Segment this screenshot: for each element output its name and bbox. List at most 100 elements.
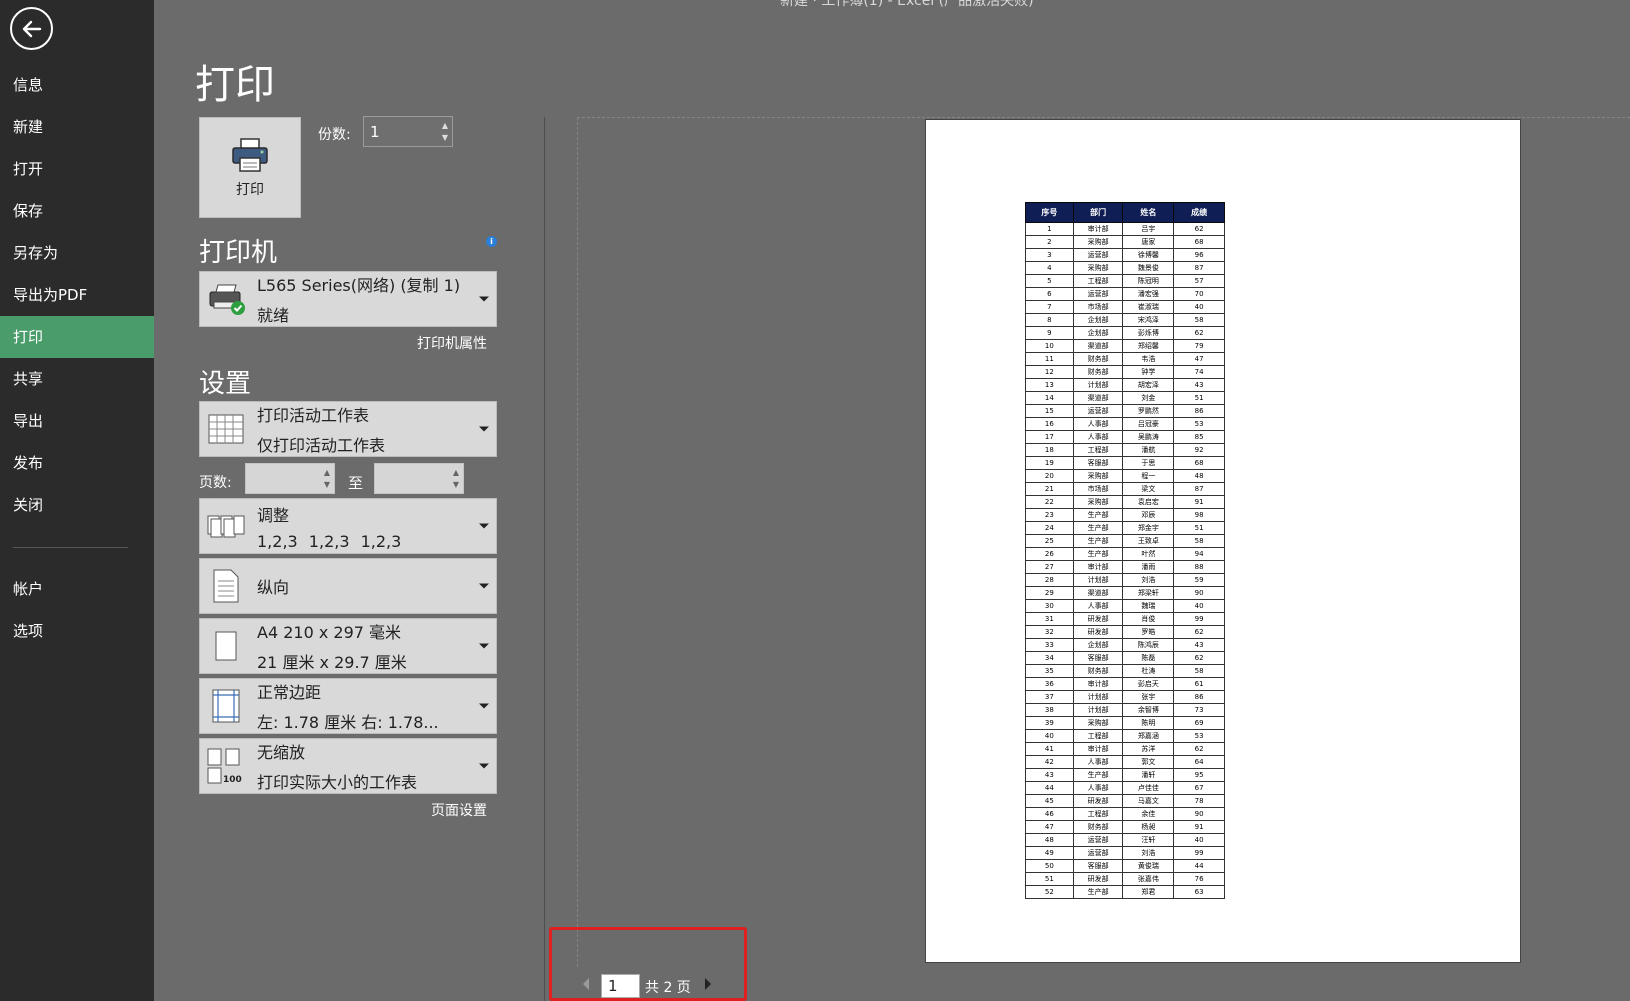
page-setup-link[interactable]: 页面设置 (431, 800, 487, 820)
sidebar-item-save-as[interactable]: 另存为 (0, 232, 154, 274)
orientation-dropdown[interactable]: 纵向 (199, 558, 497, 614)
orientation-title: 纵向 (257, 578, 290, 597)
table-cell: 52 (1025, 885, 1074, 899)
copies-arrows[interactable]: ▲ ▼ (442, 117, 448, 146)
table-row: 18 工程部 潘航 92 (1025, 443, 1225, 457)
table-row: 34 客服部 陈磊 62 (1025, 651, 1225, 665)
chevron-down-icon[interactable]: ▼ (453, 480, 459, 489)
copies-input[interactable] (364, 122, 452, 141)
table-cell: 2 (1025, 235, 1074, 249)
table-cell: 人事部 (1072, 755, 1124, 769)
table-cell: 90 (1173, 586, 1225, 600)
table-row: 25 生产部 王致卓 58 (1025, 534, 1225, 548)
chevron-down-icon[interactable]: ▼ (324, 480, 330, 489)
table-cell: 生产部 (1072, 508, 1124, 522)
printer-dropdown[interactable]: L565 Series(网络) (复制 1) 就绪 (199, 271, 497, 327)
table-cell: 客服部 (1072, 651, 1124, 665)
table-cell: 唐家 (1122, 235, 1175, 249)
paper-size-dropdown[interactable]: A4 210 x 297 毫米 21 厘米 x 29.7 厘米 (199, 618, 497, 674)
back-button[interactable] (10, 7, 53, 50)
table-cell: 审计部 (1072, 742, 1124, 756)
pages-from-stepper[interactable]: ▲ ▼ (245, 463, 335, 494)
table-cell: 企划部 (1072, 326, 1124, 340)
table-row: 52 生产部 郑君 63 (1025, 885, 1225, 899)
table-cell: 99 (1173, 612, 1225, 626)
table-cell: 陈冠明 (1122, 274, 1175, 288)
table-cell: 渠道部 (1072, 391, 1124, 405)
table-cell: 审计部 (1072, 677, 1124, 691)
collate-dropdown[interactable]: 调整 1,2,3 1,2,3 1,2,3 (199, 498, 497, 554)
collate-desc: 1,2,3 1,2,3 1,2,3 (257, 531, 402, 551)
table-cell: 98 (1173, 508, 1225, 522)
sidebar-item-export-pdf[interactable]: 导出为PDF (0, 274, 154, 316)
table-cell: 96 (1173, 248, 1225, 262)
pages-to-input[interactable] (375, 469, 463, 488)
table-cell: 62 (1173, 222, 1225, 236)
table-cell: 郑君 (1122, 885, 1175, 899)
pages-to-stepper[interactable]: ▲ ▼ (374, 463, 464, 494)
sidebar-item-share[interactable]: 共享 (0, 358, 154, 400)
table-cell: 人事部 (1072, 781, 1124, 795)
chevron-up-icon[interactable]: ▲ (442, 121, 448, 130)
sidebar-item-options[interactable]: 选项 (0, 610, 154, 652)
sidebar-item-close[interactable]: 关闭 (0, 484, 154, 526)
table-cell: 财务部 (1072, 365, 1124, 379)
table-row: 28 计划部 刘浩 59 (1025, 573, 1225, 587)
scaling-dropdown[interactable]: 100 无缩放 打印实际大小的工作表 (199, 738, 497, 794)
table-cell: 85 (1173, 430, 1225, 444)
sidebar-item-open[interactable]: 打开 (0, 148, 154, 190)
table-cell: 财务部 (1072, 352, 1124, 366)
table-cell: 崔淑瑞 (1122, 300, 1175, 314)
table-cell: 余佳 (1122, 807, 1175, 821)
printer-properties-link[interactable]: 打印机属性 (417, 333, 487, 353)
sidebar-item-export[interactable]: 导出 (0, 400, 154, 442)
table-cell: 财务部 (1072, 820, 1124, 834)
table-cell: 于思 (1122, 456, 1175, 470)
table-row: 10 渠道部 郑绍馨 79 (1025, 339, 1225, 353)
chevron-down-icon[interactable]: ▼ (442, 133, 448, 142)
chevron-up-icon[interactable]: ▲ (453, 468, 459, 477)
info-icon[interactable]: i (486, 236, 497, 247)
table-cell: 市场部 (1072, 300, 1124, 314)
table-cell: 客服部 (1072, 859, 1124, 873)
table-cell: 陈鸿辰 (1122, 638, 1175, 652)
sidebar-item-save[interactable]: 保存 (0, 190, 154, 232)
table-row: 40 工程部 郑嘉涵 53 (1025, 729, 1225, 743)
pages-from-input[interactable] (246, 469, 334, 488)
table-cell: 70 (1173, 287, 1225, 301)
table-row: 33 企划部 陈鸿辰 43 (1025, 638, 1225, 652)
table-cell: 罗皓 (1122, 625, 1175, 639)
table-row: 31 研发部 肖俊 99 (1025, 612, 1225, 626)
table-cell: 44 (1173, 859, 1225, 873)
table-cell: 91 (1173, 820, 1225, 834)
print-button[interactable]: 打印 (199, 117, 301, 218)
table-cell: 79 (1173, 339, 1225, 353)
chevron-up-icon[interactable]: ▲ (324, 468, 330, 477)
column-header: 序号 (1025, 202, 1074, 223)
table-cell: 渠道部 (1072, 586, 1124, 600)
table-cell: 马嘉文 (1122, 794, 1175, 808)
print-what-dropdown[interactable]: 打印活动工作表 仅打印活动工作表 (199, 401, 497, 457)
table-cell: 彭启天 (1122, 677, 1175, 691)
margins-dropdown[interactable]: 正常边距 左: 1.78 厘米 右: 1.78... (199, 678, 497, 734)
table-cell: 梁文 (1122, 482, 1175, 496)
table-cell: 研发部 (1072, 872, 1124, 886)
table-cell: 运营部 (1072, 846, 1124, 860)
table-row: 48 运营部 汪轩 40 (1025, 833, 1225, 847)
sidebar-item-publish[interactable]: 发布 (0, 442, 154, 484)
table-cell: 采购部 (1072, 261, 1124, 275)
sidebar-item-info[interactable]: 信息 (0, 64, 154, 106)
sidebar-item-account[interactable]: 帐户 (0, 568, 154, 610)
table-cell: 46 (1025, 807, 1074, 821)
copies-stepper[interactable]: ▲ ▼ (363, 116, 453, 147)
table-cell: 43 (1025, 768, 1074, 782)
sidebar-item-new[interactable]: 新建 (0, 106, 154, 148)
table-cell: 刘浩 (1122, 846, 1175, 860)
table-cell: 计划部 (1072, 690, 1124, 704)
scaling-title: 无缩放 (257, 743, 306, 762)
paper-size-desc: 21 厘米 x 29.7 厘米 (257, 653, 407, 672)
sidebar-item-print[interactable]: 打印 (0, 316, 154, 358)
table-cell: 潘轩 (1122, 768, 1175, 782)
table-cell: 生产部 (1072, 768, 1124, 782)
table-cell: 87 (1173, 482, 1225, 496)
